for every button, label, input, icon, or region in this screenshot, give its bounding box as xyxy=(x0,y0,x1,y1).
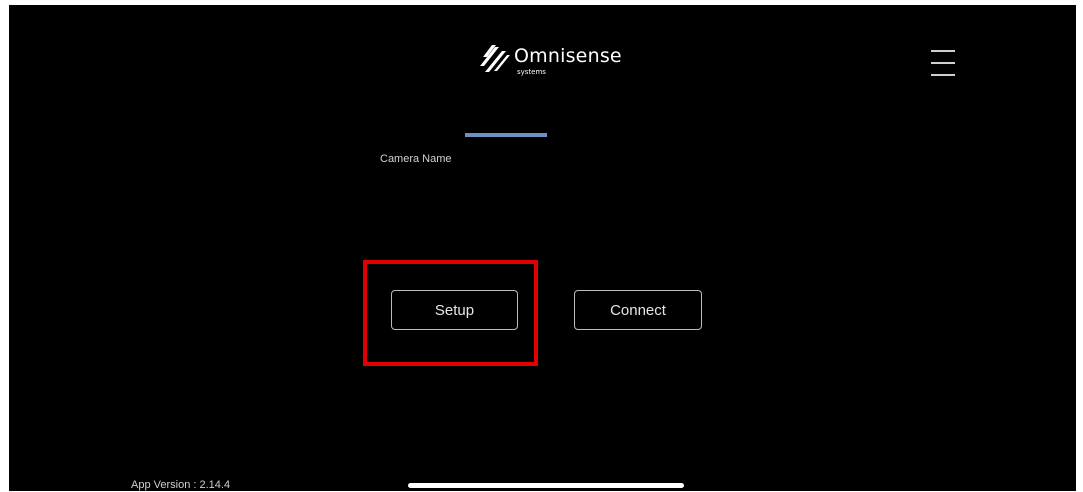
home-indicator-bar[interactable] xyxy=(408,483,684,488)
highlight-annotation-box xyxy=(363,260,538,366)
brand-name: Omnisense xyxy=(514,45,622,67)
app-version-text: App Version : 2.14.4 xyxy=(131,479,231,491)
logo-mark-icon xyxy=(480,45,510,72)
camera-name-label: Camera Name xyxy=(380,153,452,165)
active-tab-indicator xyxy=(465,133,547,137)
brand-subtitle: systems xyxy=(517,68,546,76)
omnisense-logo: Omnisense systems xyxy=(477,41,627,87)
connect-button[interactable]: Connect xyxy=(574,290,702,330)
app-screen: Omnisense systems Camera Name Setup Conn… xyxy=(9,5,1076,491)
hamburger-menu-icon[interactable] xyxy=(928,46,958,80)
